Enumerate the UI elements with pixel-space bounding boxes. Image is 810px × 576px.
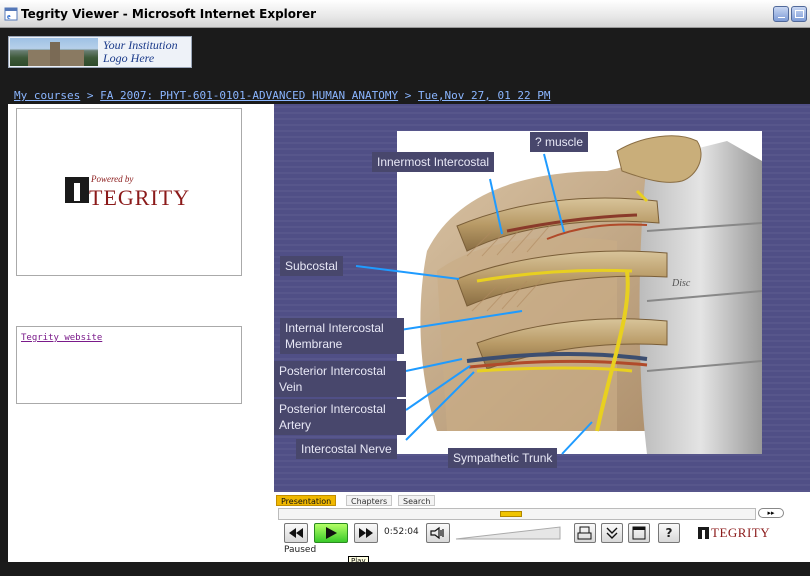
progress-bar[interactable] — [278, 508, 756, 520]
svg-text:e: e — [7, 12, 11, 21]
left-panel: Powered by TEGRITY Tegrity website — [8, 104, 274, 562]
disc-label: Disc — [671, 278, 691, 289]
window-button[interactable] — [628, 523, 650, 543]
print-icon — [577, 526, 592, 540]
breadcrumb-course[interactable]: FA 2007: PHYT-601-0101-ADVANCED HUMAN AN… — [100, 89, 398, 102]
tegrity-website-link[interactable]: Tegrity website — [21, 333, 102, 343]
window-title-bar: e Tegrity Viewer - Microsoft Internet Ex… — [0, 0, 810, 28]
window-title: Tegrity Viewer - Microsoft Internet Expl… — [21, 7, 317, 21]
breadcrumb: My courses > FA 2007: PHYT-601-0101-ADVA… — [14, 89, 550, 102]
speaker-icon — [430, 526, 444, 540]
minimize-button[interactable] — [773, 6, 789, 22]
label-innermost-intercostal: Innermost Intercostal — [372, 152, 495, 172]
bottom-frame — [0, 562, 810, 576]
maximize-icon — [795, 10, 804, 18]
breadcrumb-my-courses[interactable]: My courses — [14, 89, 80, 102]
ie-page-icon: e — [4, 7, 18, 21]
header-strip: Your Institution Logo Here — [0, 28, 810, 72]
presentation-area: Disc ? muscle Innermost Intercostal Subc… — [274, 104, 810, 492]
label-subcostal: Subcostal — [280, 256, 343, 276]
window-icon — [632, 526, 646, 540]
links-panel: Tegrity website — [16, 326, 242, 404]
player-controls: Presentation Chapters Search ▸▸ 0:52:04 — [274, 492, 810, 567]
institution-logo: Your Institution Logo Here — [8, 36, 192, 68]
institution-photo — [10, 38, 98, 66]
institution-logo-text: Your Institution Logo Here — [103, 38, 178, 65]
chevron-down-icon — [606, 527, 618, 539]
tab-chapters[interactable]: Chapters — [346, 495, 393, 506]
label-question-muscle: ? muscle — [530, 132, 589, 152]
collapse-button[interactable] — [601, 523, 623, 543]
speed-toggle[interactable]: ▸▸ — [758, 508, 784, 518]
help-button[interactable]: ? — [658, 523, 680, 543]
anatomy-slide-image: Disc — [397, 131, 762, 454]
label-posterior-intercostal-vein: Posterior Intercostal Vein — [274, 361, 406, 397]
tab-search[interactable]: Search — [398, 495, 436, 506]
tegrity-t-icon — [698, 527, 709, 539]
play-button[interactable] — [314, 523, 348, 543]
label-intercostal-nerve: Intercostal Nerve — [296, 439, 397, 459]
minimize-icon — [778, 17, 785, 18]
label-sympathetic-trunk: Sympathetic Trunk — [448, 448, 558, 468]
tab-presentation[interactable]: Presentation — [276, 495, 337, 506]
tegrity-t-icon — [65, 177, 89, 203]
help-icon: ? — [665, 526, 673, 540]
mute-button[interactable] — [426, 523, 450, 543]
volume-slider[interactable] — [454, 523, 562, 543]
fast-forward-button[interactable] — [354, 523, 378, 543]
label-posterior-intercostal-artery: Posterior Intercostal Artery — [274, 399, 406, 435]
rewind-button[interactable] — [284, 523, 308, 543]
maximize-button[interactable] — [791, 6, 807, 22]
progress-thumb[interactable] — [500, 511, 522, 517]
powered-by-panel: Powered by TEGRITY — [16, 108, 242, 276]
player-brand: TEGRITY — [711, 525, 771, 540]
powered-by-text: Powered by — [91, 174, 134, 184]
print-button[interactable] — [574, 523, 596, 543]
fast-forward-icon — [359, 528, 373, 538]
breadcrumb-separator: > — [86, 89, 94, 102]
rewind-icon — [289, 528, 303, 538]
tegrity-brand: TEGRITY — [89, 185, 191, 210]
playback-status: Paused — [284, 545, 317, 555]
thoracic-wall-illustration: Disc — [397, 131, 762, 454]
time-display: 0:52:04 — [384, 527, 419, 537]
breadcrumb-separator: > — [404, 89, 412, 102]
label-internal-intercostal-membrane: Internal Intercostal Membrane — [280, 318, 404, 354]
play-icon — [326, 527, 337, 539]
breadcrumb-session[interactable]: Tue,Nov 27, 01 22 PM — [418, 89, 550, 102]
breadcrumb-bar: My courses > FA 2007: PHYT-601-0101-ADVA… — [0, 72, 810, 104]
